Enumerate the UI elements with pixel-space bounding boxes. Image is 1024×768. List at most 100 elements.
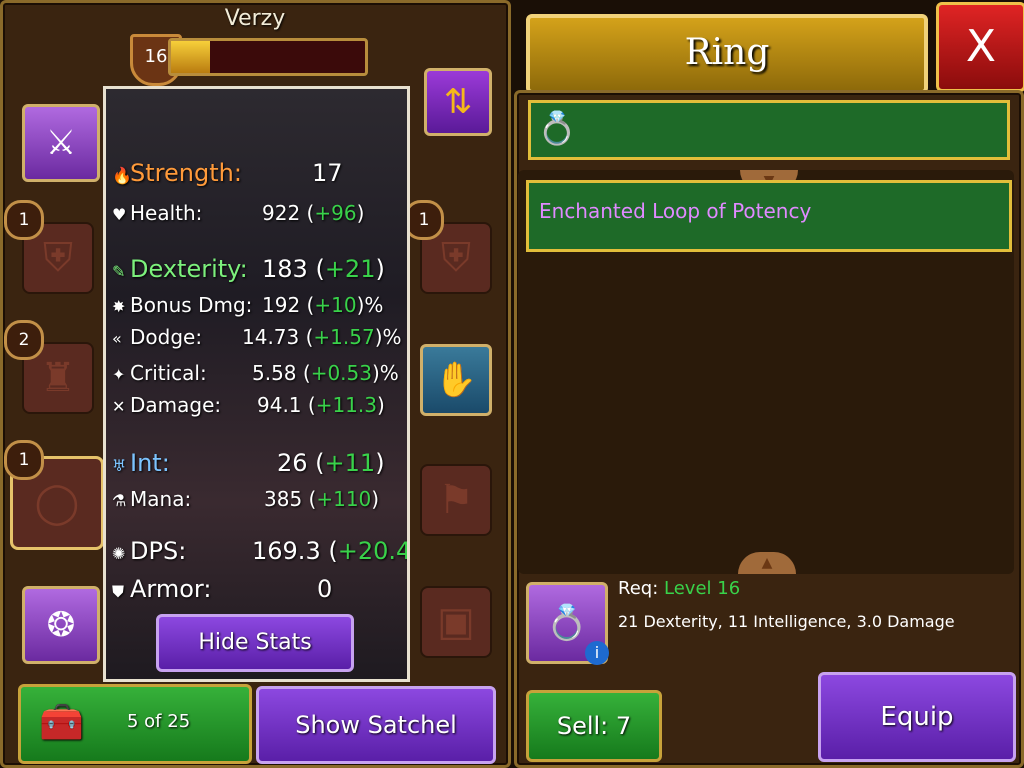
crossed-swords-icon: ⚔ — [45, 123, 77, 163]
show-satchel-button[interactable]: Show Satchel — [256, 686, 496, 764]
stat-suffix: )% — [356, 293, 384, 317]
stat-row: ✺DPS: 169.3 (+20.4) — [112, 537, 407, 565]
chest-slot-left-badge: 2 — [4, 320, 44, 360]
selected-item-strip: 💍 — [528, 100, 1010, 160]
stat-base: 922 ( — [262, 201, 315, 225]
stat-base: 0 — [317, 575, 333, 603]
stat-gain: +10 — [314, 293, 357, 317]
item-list-row[interactable]: Enchanted Loop of Potency — [526, 180, 1012, 252]
stat-gain: +0.53 — [310, 361, 372, 385]
item-preview[interactable]: 💍 i — [526, 582, 609, 665]
stat-label: Armor: — [130, 575, 212, 603]
dodge-icon: « — [112, 329, 122, 348]
stat-value: 169.3 (+20.4) — [252, 537, 410, 565]
stat-base: 192 ( — [262, 293, 315, 317]
stat-row: 🔥Strength: 17 — [112, 159, 343, 187]
stat-base: 183 ( — [262, 255, 325, 283]
stat-label: Dodge: — [130, 325, 203, 349]
stat-base: 17 — [312, 159, 343, 187]
mana-icon: ⚗ — [112, 491, 127, 510]
treasure-chest-icon: 🧰 — [39, 702, 84, 743]
stat-gain: +11 — [324, 449, 376, 477]
weapon-slot[interactable]: ⚔ — [22, 104, 100, 182]
stat-gain: +20.4 — [337, 537, 410, 565]
stat-suffix: )% — [372, 361, 399, 385]
stat-gain: +21 — [324, 255, 376, 283]
stat-row: « Dodge: 14.73 (+1.57)% — [112, 325, 402, 349]
stat-suffix: )% — [374, 325, 402, 349]
stat-value: 922 (+96) — [262, 201, 364, 225]
stat-base: 14.73 ( — [242, 325, 314, 349]
stat-value: 94.1 (+11.3) — [257, 393, 385, 417]
req-value: Level 16 — [664, 578, 741, 599]
stat-label: DPS: — [130, 537, 187, 565]
xp-bar-fill — [171, 41, 210, 73]
int-icon: ♅ — [112, 456, 127, 475]
stat-gain: +96 — [314, 201, 357, 225]
item-category-title: Ring — [526, 14, 928, 94]
stat-suffix: ) — [371, 487, 380, 511]
stat-base: 5.58 ( — [252, 361, 311, 385]
chest-slot[interactable]: ▣ — [420, 586, 492, 658]
damage-icon: ✕ — [112, 397, 126, 416]
stat-value: 26 (+11) — [277, 449, 385, 477]
stat-suffix: ) — [375, 449, 385, 477]
item-name: Enchanted Loop of Potency — [539, 199, 812, 223]
critical-icon: ✦ — [112, 365, 126, 384]
stat-label: Health: — [130, 201, 203, 225]
stat-base: 169.3 ( — [252, 537, 338, 565]
banner-icon: ⚑ — [438, 477, 474, 523]
stat-gain: +11.3 — [315, 393, 377, 417]
stat-row: ⚗ Mana: 385 (+110) — [112, 487, 379, 511]
stat-label: Strength: — [130, 159, 242, 187]
stat-row: ✎ Dexterity: 183 (+21) — [112, 255, 385, 283]
ring-slot-badge: 1 — [4, 440, 44, 480]
stat-row: ⛊ Armor: 0 — [112, 575, 332, 603]
stat-row: ♥ Health: 922 (+96) — [112, 201, 364, 225]
stat-label: Damage: — [130, 393, 222, 417]
close-icon: X — [965, 21, 997, 72]
dps-icon: ✺ — [112, 544, 126, 563]
stat-suffix: ) — [356, 201, 365, 225]
armor-icon: ⛊ — [112, 582, 125, 601]
stat-row: ✦ Critical: 5.58 (+0.53)% — [112, 361, 399, 385]
amulet-icon: ❂ — [46, 605, 76, 645]
swap-button[interactable]: ⇅ — [424, 68, 492, 136]
close-button[interactable]: X — [936, 2, 1024, 92]
dexterity-icon: ✎ — [112, 262, 126, 281]
stat-base: 385 ( — [264, 487, 317, 511]
stat-value: 192 (+10)% — [262, 293, 383, 317]
stat-label: Mana: — [130, 487, 192, 511]
sell-button[interactable]: Sell: 7 — [526, 690, 662, 762]
stat-suffix: ) — [375, 255, 385, 283]
gauntlet-icon: ✋ — [434, 360, 478, 400]
hide-stats-button[interactable]: Hide Stats — [156, 614, 354, 672]
amulet-slot[interactable]: ❂ — [22, 586, 100, 664]
info-icon: i — [585, 641, 609, 665]
heart-icon: ♥ — [112, 205, 127, 224]
stat-value: 5.58 (+0.53)% — [252, 361, 399, 385]
item-stats: 21 Dexterity, 11 Intelligence, 3.0 Damag… — [618, 612, 955, 631]
stat-row: ✕ Damage: 94.1 (+11.3) — [112, 393, 385, 417]
treasure-chest-icon: ▣ — [437, 599, 475, 645]
stat-value: 183 (+21) — [262, 255, 385, 283]
banner-slot[interactable]: ⚑ — [420, 464, 492, 536]
helmet-slot-left-badge: 1 — [4, 200, 44, 240]
swap-arrows-icon: ⇅ — [443, 82, 473, 122]
stat-gain: +110 — [316, 487, 372, 511]
xp-bar — [168, 38, 368, 76]
requirement: Req: Level 16 — [618, 578, 740, 599]
stat-label: Bonus Dmg: — [130, 293, 253, 317]
stat-value: 14.73 (+1.57)% — [242, 325, 402, 349]
helmet-slot-right-badge: 1 — [404, 200, 444, 240]
inventory-button[interactable]: 🧰 5 of 25 — [18, 684, 252, 764]
stat-row: ♅ Int: 26 (+11) — [112, 449, 385, 477]
equip-button[interactable]: Equip — [818, 672, 1016, 762]
req-label: Req: — [618, 578, 659, 599]
gloves-slot[interactable]: ✋ — [420, 344, 492, 416]
stat-gain: +1.57 — [313, 325, 375, 349]
ring-icon: 💍 — [537, 109, 577, 147]
stat-value: 385 (+110) — [264, 487, 379, 511]
stat-value: 0 — [317, 575, 332, 603]
stat-base: 94.1 ( — [257, 393, 316, 417]
